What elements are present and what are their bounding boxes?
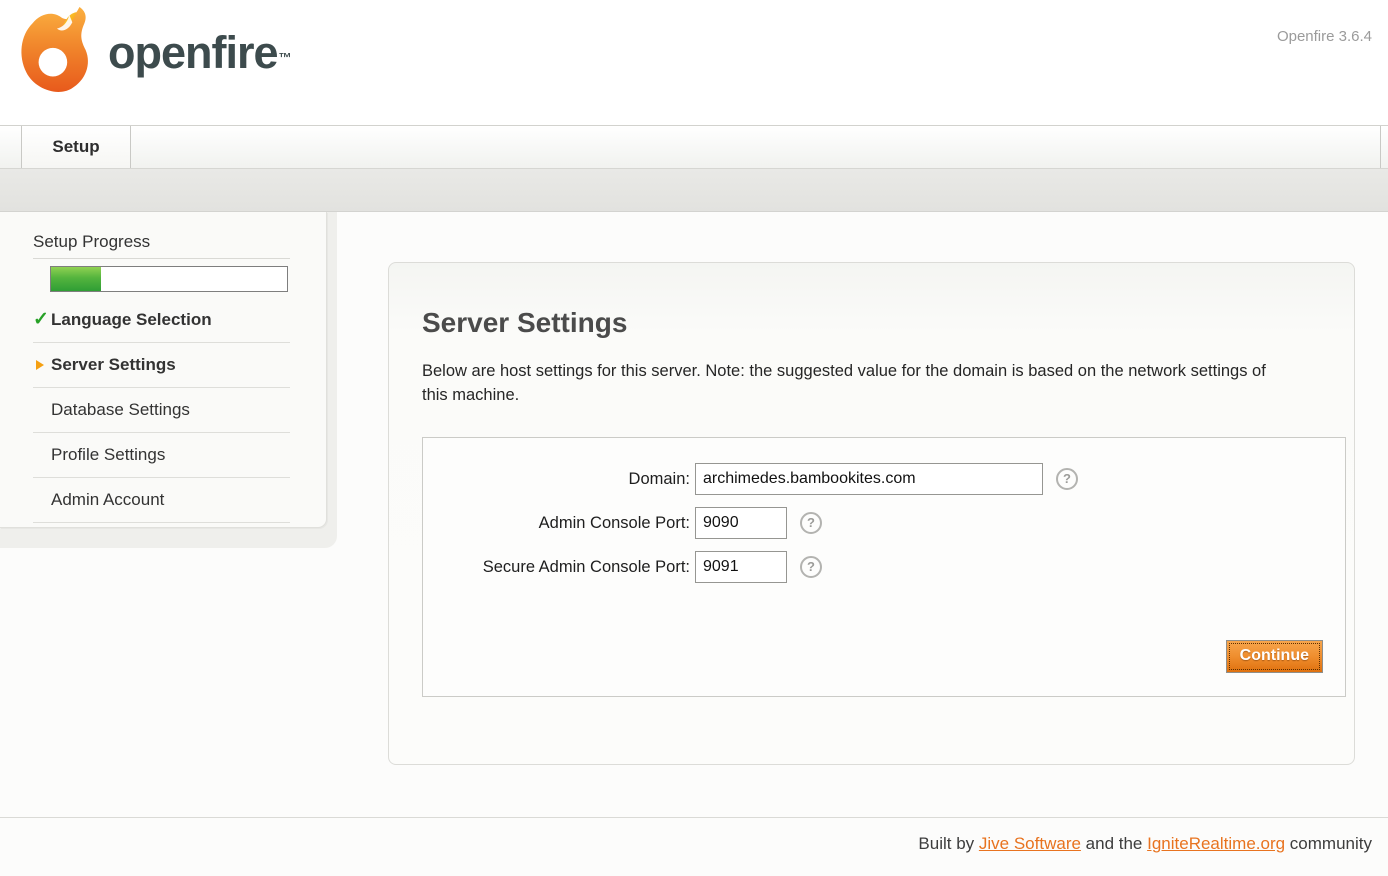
domain-label: Domain: — [423, 470, 695, 489]
secure-admin-console-port-label: Secure Admin Console Port: — [423, 558, 695, 577]
version-label: Openfire 3.6.4 — [1277, 28, 1372, 45]
step-label: Profile Settings — [51, 445, 165, 464]
secure-admin-console-port-input[interactable] — [695, 551, 787, 583]
jive-software-link[interactable]: Jive Software — [979, 834, 1081, 853]
progress-bar — [50, 266, 288, 292]
sidebar-step-server-settings: Server Settings — [33, 343, 290, 388]
tab-bar-right-separator — [1380, 126, 1381, 168]
sidebar-step-database-settings: Database Settings — [33, 388, 290, 433]
server-settings-panel: Server Settings Below are host settings … — [388, 262, 1355, 765]
setup-steps-list: ✓ Language Selection Server Settings Dat… — [33, 298, 290, 523]
sidebar-title: Setup Progress — [33, 232, 290, 252]
page-description: Below are host settings for this server.… — [422, 359, 1288, 407]
page: openfire™ Openfire 3.6.4 Setup Setup Pro… — [0, 0, 1388, 876]
domain-help-icon[interactable]: ? — [1056, 468, 1078, 490]
footer-built-by-text: Built by — [918, 834, 978, 853]
server-settings-form: Domain: ? Admin Console Port: ? Secure A… — [422, 437, 1346, 697]
secure-port-help-icon[interactable]: ? — [800, 556, 822, 578]
brand-wordmark: openfire — [108, 27, 278, 78]
sidebar-step-language-selection: ✓ Language Selection — [33, 298, 290, 343]
step-label: Database Settings — [51, 400, 190, 419]
tab-setup[interactable]: Setup — [21, 126, 131, 168]
form-row-admin-console-port: Admin Console Port: ? — [423, 507, 1345, 539]
admin-port-help-icon[interactable]: ? — [800, 512, 822, 534]
step-label: Server Settings — [51, 355, 176, 374]
form-row-secure-admin-console-port: Secure Admin Console Port: ? — [423, 551, 1345, 583]
step-label: Admin Account — [51, 490, 164, 509]
content-area: Setup Progress ✓ Language Selection Serv… — [0, 212, 1388, 875]
footer-suffix-text: community — [1285, 834, 1372, 853]
progress-bar-fill — [51, 267, 101, 291]
step-label: Language Selection — [51, 310, 212, 329]
admin-console-port-input[interactable] — [695, 507, 787, 539]
setup-progress-panel: Setup Progress ✓ Language Selection Serv… — [0, 212, 327, 528]
igniterealtime-link[interactable]: IgniteRealtime.org — [1147, 834, 1285, 853]
sidebar-divider — [33, 258, 290, 259]
sidebar-step-profile-settings: Profile Settings — [33, 433, 290, 478]
sidebar-step-admin-account: Admin Account — [33, 478, 290, 523]
footer-middle-text: and the — [1081, 834, 1147, 853]
check-icon: ✓ — [33, 308, 49, 331]
flame-icon — [16, 5, 100, 101]
sub-nav-bar — [0, 169, 1388, 212]
footer: Built by Jive Software and the IgniteRea… — [0, 817, 1388, 875]
form-row-domain: Domain: ? — [423, 463, 1345, 495]
domain-input[interactable] — [695, 463, 1043, 495]
continue-button[interactable]: Continue — [1226, 640, 1323, 673]
tab-bar: Setup — [0, 126, 1388, 169]
header: openfire™ Openfire 3.6.4 — [0, 0, 1388, 126]
brand-trademark: ™ — [279, 50, 292, 65]
current-step-arrow-icon — [36, 360, 44, 370]
openfire-logo: openfire™ — [16, 5, 292, 101]
admin-console-port-label: Admin Console Port: — [423, 514, 695, 533]
page-title: Server Settings — [422, 307, 1354, 339]
